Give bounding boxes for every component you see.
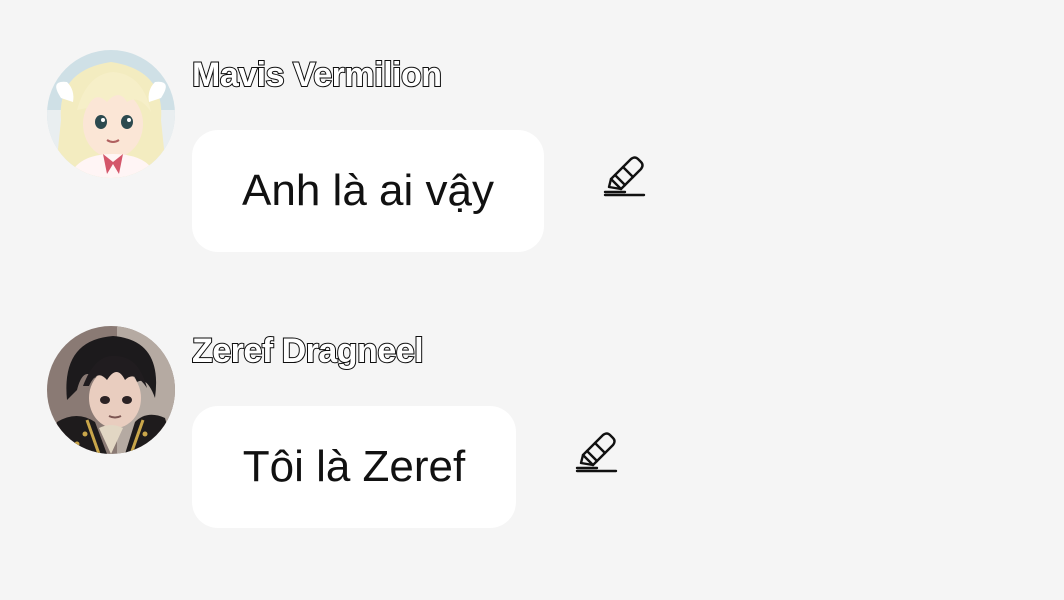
message-bubble[interactable]: Tôi là Zeref [192,406,516,528]
message-bubble[interactable]: Anh là ai vậy [192,130,544,252]
avatar[interactable] [47,50,175,178]
message-text: Anh là ai vậy [242,166,494,215]
mavis-avatar-image [47,50,175,178]
message-item: Zeref Dragneel Tôi là Zeref [47,326,687,536]
avatar[interactable] [47,326,175,454]
message-text: Tôi là Zeref [242,442,466,491]
zeref-avatar-image [47,326,175,454]
pencil-edit-icon[interactable] [573,429,619,475]
chat-thread: Mavis Vermilion Anh là ai vậy Zeref Drag… [0,0,1064,600]
message-item: Mavis Vermilion Anh là ai vậy [47,50,687,260]
sender-name: Mavis Vermilion [191,55,443,95]
sender-name: Zeref Dragneel [191,331,425,371]
pencil-edit-icon[interactable] [601,153,647,199]
